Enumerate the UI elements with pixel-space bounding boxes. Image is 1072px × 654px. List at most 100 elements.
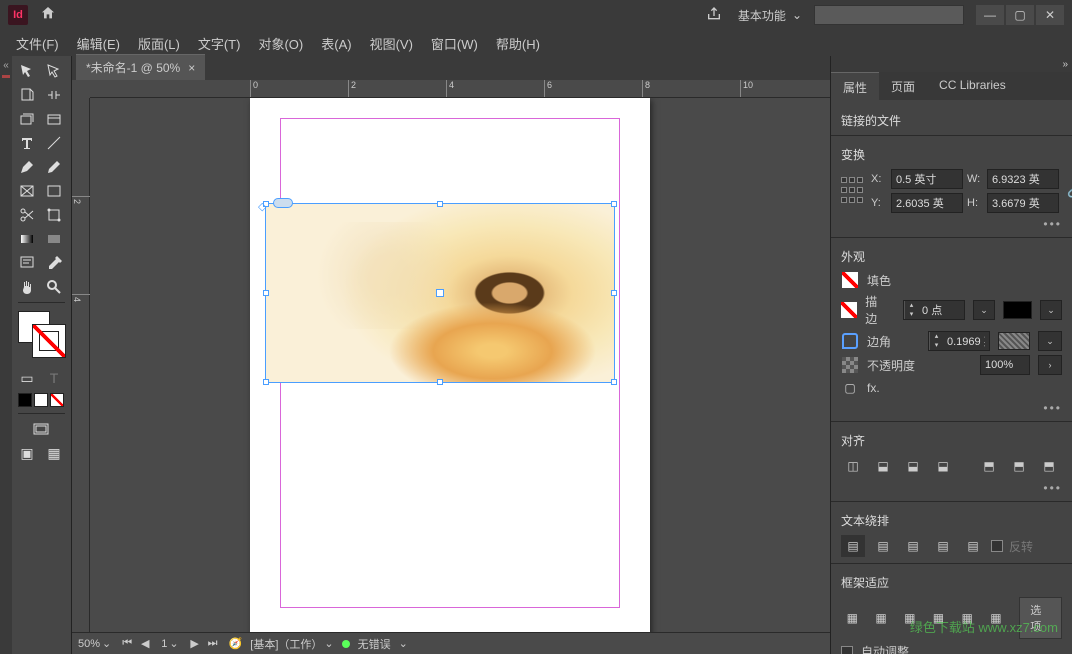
fill-swatch-icon[interactable] [842, 272, 858, 288]
fit-options-button[interactable]: 选项 [1019, 597, 1062, 639]
stroke-style-dropdown[interactable]: ⌄ [1040, 300, 1062, 320]
constrain-icon[interactable]: 🔗 [1067, 184, 1072, 198]
selection-tool[interactable] [14, 60, 40, 82]
gradient-swatch-tool[interactable] [14, 228, 40, 250]
preflight-status[interactable]: 无错误 [358, 636, 391, 652]
w-input[interactable] [987, 169, 1059, 189]
wrap-bbox-button[interactable]: ▤ [871, 535, 895, 557]
more-appearance[interactable]: ••• [841, 401, 1062, 415]
menu-edit[interactable]: 编辑(E) [69, 31, 128, 56]
search-input[interactable] [814, 5, 964, 25]
align-vcenter-button[interactable]: ⬒ [1007, 455, 1031, 477]
menu-object[interactable]: 对象(O) [250, 31, 311, 56]
menu-file[interactable]: 文件(F) [8, 31, 67, 56]
tab-properties[interactable]: 属性 [831, 72, 879, 100]
last-page-button[interactable]: ⏭ [205, 636, 221, 652]
free-transform-tool[interactable] [41, 204, 67, 226]
stroke-weight-dropdown[interactable]: ⌄ [973, 300, 995, 320]
minimize-button[interactable]: — [976, 5, 1004, 25]
more-transform[interactable]: ••• [841, 217, 1062, 231]
opacity-dropdown[interactable]: › [1038, 355, 1062, 375]
wrap-none-button[interactable]: ▤ [841, 535, 865, 557]
align-left-button[interactable]: ⬓ [871, 455, 895, 477]
stroke-swatch-icon[interactable] [841, 302, 857, 318]
open-nav-icon[interactable]: 🧭 [229, 637, 243, 650]
align-top-button[interactable]: ⬒ [977, 455, 1001, 477]
corner-style-preview[interactable] [998, 332, 1030, 350]
stroke-swatch[interactable] [33, 325, 65, 357]
corner-style-dropdown[interactable]: ⌄ [1038, 331, 1062, 351]
collapse-panel-icon[interactable]: » [1062, 59, 1068, 70]
close-button[interactable]: ✕ [1036, 5, 1064, 25]
content-collector-tool[interactable] [14, 108, 40, 130]
type-tool[interactable] [14, 132, 40, 154]
preset-dropdown[interactable]: [基本]（工作） ⌄ [250, 636, 333, 652]
pencil-tool[interactable] [41, 156, 67, 178]
screen-mode-preview[interactable]: ▦ [41, 442, 67, 464]
align-to-button[interactable]: ◫ [841, 455, 865, 477]
zoom-dropdown[interactable]: 50% ⌄ [78, 637, 111, 650]
tab-pages[interactable]: 页面 [879, 72, 927, 100]
center-handle[interactable] [436, 289, 444, 297]
fit-content-aware-button[interactable]: ▦ [898, 607, 921, 629]
note-tool[interactable] [14, 252, 40, 274]
hand-tool[interactable] [14, 276, 40, 298]
stroke-weight-input[interactable]: ▴▾ [903, 300, 965, 320]
workspace-switcher[interactable]: 基本功能⌄ [738, 7, 802, 24]
y-input[interactable] [891, 193, 963, 213]
pen-tool[interactable] [14, 156, 40, 178]
view-mode-button[interactable] [14, 418, 68, 440]
x-input[interactable] [891, 169, 963, 189]
page-dropdown[interactable]: 1 ⌄ [161, 637, 178, 650]
line-tool[interactable] [41, 132, 67, 154]
auto-fit-checkbox[interactable] [841, 646, 853, 654]
scissors-tool[interactable] [14, 204, 40, 226]
tab-cclibraries[interactable]: CC Libraries [927, 72, 1018, 100]
fit-content-button[interactable]: ▦ [956, 607, 979, 629]
collapse-icon[interactable]: « [3, 60, 9, 71]
gradient-feather-tool[interactable] [41, 228, 67, 250]
page-tool[interactable] [14, 84, 40, 106]
close-tab-icon[interactable]: × [188, 61, 195, 75]
wrap-column-button[interactable]: ▤ [961, 535, 985, 557]
fit-center-button[interactable]: ▦ [985, 607, 1008, 629]
document-tab[interactable]: *未命名-1 @ 50% × [76, 54, 205, 80]
menu-window[interactable]: 窗口(W) [423, 31, 486, 56]
home-icon[interactable] [40, 5, 56, 26]
reference-point[interactable] [841, 177, 863, 205]
screen-mode-normal[interactable]: ▣ [14, 442, 40, 464]
stroke-style-preview[interactable] [1003, 301, 1032, 319]
fx-label[interactable]: fx. [867, 381, 880, 395]
fill-stroke-swatch[interactable] [18, 311, 65, 361]
align-hcenter-button[interactable]: ⬓ [901, 455, 925, 477]
menu-help[interactable]: 帮助(H) [488, 31, 548, 56]
menu-layout[interactable]: 版面(L) [130, 31, 188, 56]
menu-view[interactable]: 视图(V) [362, 31, 421, 56]
fx-frame-icon[interactable]: ▢ [841, 379, 859, 397]
align-right-button[interactable]: ⬓ [931, 455, 955, 477]
menu-text[interactable]: 文字(T) [190, 31, 249, 56]
direct-selection-tool[interactable] [41, 60, 67, 82]
rectangle-frame-tool[interactable] [14, 180, 40, 202]
rectangle-tool[interactable] [41, 180, 67, 202]
more-align[interactable]: ••• [841, 481, 1062, 495]
menu-table[interactable]: 表(A) [313, 31, 359, 56]
canvas[interactable]: ◇ [90, 98, 830, 632]
eyedropper-tool[interactable] [41, 252, 67, 274]
invert-checkbox[interactable] [991, 540, 1003, 552]
fit-fill-button[interactable]: ▦ [841, 607, 864, 629]
align-bottom-button[interactable]: ⬒ [1037, 455, 1061, 477]
h-input[interactable] [987, 193, 1059, 213]
wrap-jump-button[interactable]: ▤ [931, 535, 955, 557]
zoom-tool[interactable] [41, 276, 67, 298]
maximize-button[interactable]: ▢ [1006, 5, 1034, 25]
gap-tool[interactable] [41, 84, 67, 106]
link-badge[interactable] [273, 198, 293, 208]
default-colors[interactable] [18, 393, 65, 407]
image-frame[interactable] [265, 203, 615, 383]
prev-page-button[interactable]: ◀ [137, 636, 153, 652]
opacity-input[interactable] [980, 355, 1030, 375]
next-page-button[interactable]: ▶ [187, 636, 203, 652]
share-icon[interactable] [706, 6, 722, 25]
fit-frame-button[interactable]: ▦ [927, 607, 950, 629]
